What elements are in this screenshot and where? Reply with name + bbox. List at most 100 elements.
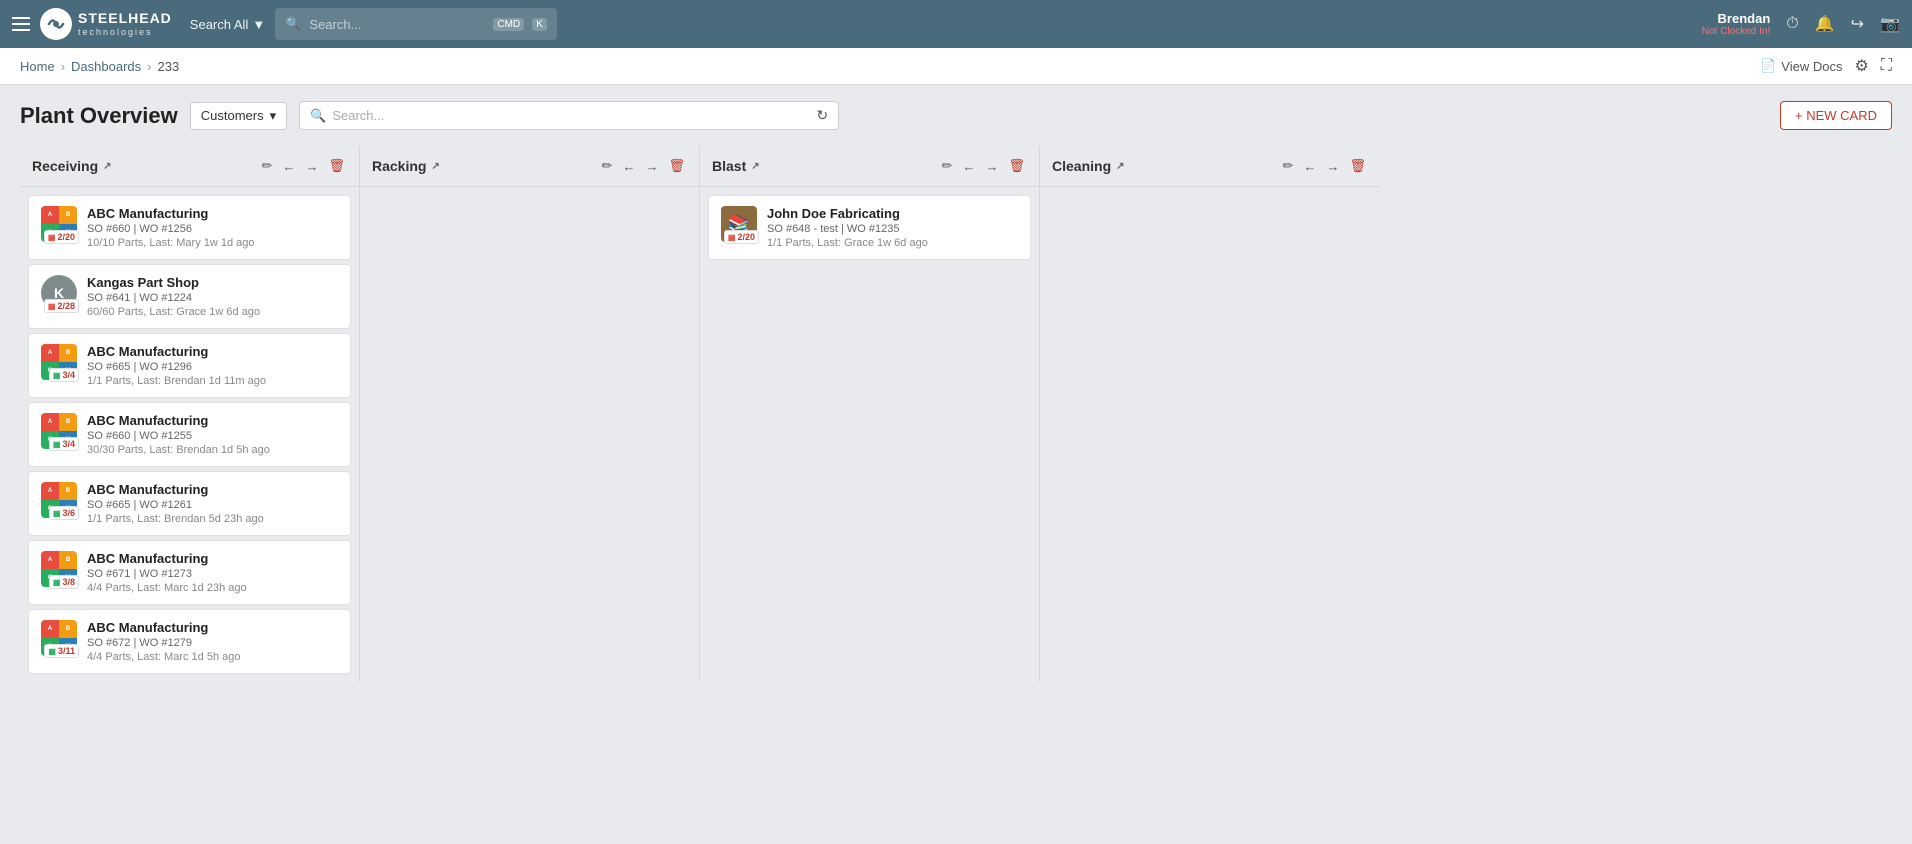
settings-icon[interactable]: ⚙ — [1854, 56, 1868, 76]
card-date-badge: ▦ 2/20 — [724, 230, 759, 244]
delete-column-button[interactable]: 🗑 — [666, 156, 687, 176]
page-header: Plant Overview Customers ▾ 🔍 ↻ + NEW CAR… — [20, 101, 1892, 130]
move-left-button[interactable]: ← — [960, 157, 977, 176]
external-link-icon[interactable]: ↗ — [1116, 161, 1124, 172]
card-date: 3/8 — [62, 577, 75, 587]
refresh-icon[interactable]: ↻ — [816, 107, 828, 124]
column-actions-racking: ✏ ← → 🗑 — [600, 156, 687, 176]
filter-search-bar[interactable]: 🔍 ↻ — [299, 101, 839, 130]
card-date-badge: ▦ 3/11 — [44, 644, 79, 658]
new-card-button[interactable]: + NEW CARD — [1780, 101, 1892, 130]
card-parts: 4/4 Parts, Last: Marc 1d 23h ago — [87, 582, 338, 594]
logo-name: STEELHEAD — [78, 11, 172, 26]
card-parts: 1/1 Parts, Last: Grace 1w 6d ago — [767, 237, 1018, 249]
cards-container-cleaning — [1040, 187, 1380, 203]
move-right-button[interactable]: → — [1324, 157, 1341, 176]
chevron-down-icon: ▾ — [270, 108, 277, 124]
card-parts: 60/60 Parts, Last: Grace 1w 6d ago — [87, 306, 338, 318]
calendar-icon: ▦ — [53, 578, 61, 587]
camera-icon[interactable]: 📷 — [1880, 14, 1900, 34]
edit-column-button[interactable]: ✏ — [260, 156, 275, 176]
move-right-button[interactable]: → — [303, 157, 320, 176]
card-date: 3/11 — [58, 646, 75, 656]
breadcrumb: Home › Dashboards › 233 — [20, 59, 179, 74]
card-date: 2/20 — [737, 232, 755, 242]
card-avatar-wrap: K ▦ 2/28 — [41, 275, 77, 311]
card-date-badge: ▦ 3/6 — [49, 506, 79, 520]
kanban-card[interactable]: K ▦ 2/28 Kangas Part Shop SO #641 | WO #… — [28, 264, 351, 329]
card-company: ABC Manufacturing — [87, 482, 338, 497]
search-icon: 🔍 — [285, 16, 301, 32]
delete-column-button[interactable]: 🗑 — [1347, 156, 1368, 176]
kanban-column-blast: Blast ↗ ✏ ← → 🗑 📚 ▦ 2/20 John — [700, 146, 1040, 682]
column-title-blast: Blast ↗ — [712, 158, 934, 174]
delete-column-button[interactable]: 🗑 — [326, 156, 347, 176]
nav-right: Brendan Not Clocked In! ⏱ 🔔 ↪ 📷 — [1702, 11, 1900, 37]
move-left-button[interactable]: ← — [280, 157, 297, 176]
global-search-bar[interactable]: 🔍 CMD K — [275, 8, 557, 40]
search-all-button[interactable]: Search All ▼ — [190, 17, 265, 32]
breadcrumb-home[interactable]: Home — [20, 59, 55, 74]
kbd-cmd: CMD — [493, 18, 524, 31]
hamburger-menu[interactable] — [12, 17, 30, 31]
main-content: Plant Overview Customers ▾ 🔍 ↻ + NEW CAR… — [0, 85, 1912, 698]
view-docs-button[interactable]: 📄 View Docs — [1760, 58, 1842, 74]
kanban-card[interactable]: A B C M ▦ 3/8 ABC Manufacturing SO #671 … — [28, 540, 351, 605]
breadcrumb-dashboards[interactable]: Dashboards — [71, 59, 141, 74]
kanban-card[interactable]: A B C M ▦ 2/20 ABC Manufacturing SO #660… — [28, 195, 351, 260]
card-so-wo: SO #665 | WO #1261 — [87, 499, 338, 511]
card-avatar-wrap: A B C M ▦ 3/4 — [41, 413, 77, 449]
customers-dropdown[interactable]: Customers ▾ — [190, 102, 287, 130]
external-link-icon[interactable]: ↗ — [431, 161, 439, 172]
card-avatar-wrap: A B C M ▦ 3/6 — [41, 482, 77, 518]
edit-column-button[interactable]: ✏ — [600, 156, 615, 176]
search-icon: 🔍 — [310, 108, 326, 124]
delete-column-button[interactable]: 🗑 — [1006, 156, 1027, 176]
expand-icon[interactable]: ⛶ — [1881, 57, 1892, 75]
breadcrumb-current: 233 — [157, 59, 179, 74]
column-header-blast: Blast ↗ ✏ ← → 🗑 — [700, 146, 1039, 187]
move-right-button[interactable]: → — [983, 157, 1000, 176]
card-so-wo: SO #660 | WO #1256 — [87, 223, 338, 235]
edit-column-button[interactable]: ✏ — [1281, 156, 1296, 176]
card-company: ABC Manufacturing — [87, 344, 338, 359]
logo-subtitle: technologies — [78, 27, 172, 37]
clock-icon[interactable]: ⏱ — [1786, 15, 1798, 33]
cards-container-receiving: A B C M ▦ 2/20 ABC Manufacturing SO #660… — [20, 187, 359, 682]
column-header-racking: Racking ↗ ✏ ← → 🗑 — [360, 146, 699, 187]
calendar-icon: ▦ — [53, 509, 61, 518]
card-so-wo: SO #671 | WO #1273 — [87, 568, 338, 580]
external-link-icon[interactable]: ↗ — [103, 161, 111, 172]
column-title-racking: Racking ↗ — [372, 158, 594, 174]
column-actions-receiving: ✏ ← → 🗑 — [260, 156, 347, 176]
move-right-button[interactable]: → — [643, 157, 660, 176]
search-input[interactable] — [309, 17, 485, 32]
user-name: Brendan — [1702, 11, 1770, 26]
card-avatar-wrap: A B C M ▦ 3/8 — [41, 551, 77, 587]
kanban-card[interactable]: A B C M ▦ 3/11 ABC Manufacturing SO #672… — [28, 609, 351, 674]
card-date: 2/28 — [57, 301, 75, 311]
kanban-card[interactable]: A B C M ▦ 3/4 ABC Manufacturing SO #665 … — [28, 333, 351, 398]
kbd-k: K — [532, 18, 547, 31]
filter-search-input[interactable] — [332, 108, 810, 123]
breadcrumb-actions: 📄 View Docs ⚙ ⛶ — [1760, 56, 1892, 76]
edit-column-button[interactable]: ✏ — [940, 156, 955, 176]
kanban-column-racking: Racking ↗ ✏ ← → 🗑 — [360, 146, 700, 682]
kanban-card[interactable]: A B C M ▦ 3/6 ABC Manufacturing SO #665 … — [28, 471, 351, 536]
logout-icon[interactable]: ↪ — [1851, 14, 1864, 34]
card-so-wo: SO #641 | WO #1224 — [87, 292, 338, 304]
kanban-card[interactable]: A B C M ▦ 3/4 ABC Manufacturing SO #660 … — [28, 402, 351, 467]
card-so-wo: SO #660 | WO #1255 — [87, 430, 338, 442]
cards-container-blast: 📚 ▦ 2/20 John Doe Fabricating SO #648 - … — [700, 187, 1039, 268]
column-title-receiving: Receiving ↗ — [32, 158, 254, 174]
column-header-cleaning: Cleaning ↗ ✏ ← → 🗑 — [1040, 146, 1380, 187]
calendar-icon: ▦ — [728, 233, 736, 242]
move-left-button[interactable]: ← — [1301, 157, 1318, 176]
card-avatar-wrap: A B C M ▦ 2/20 — [41, 206, 77, 242]
kanban-card[interactable]: 📚 ▦ 2/20 John Doe Fabricating SO #648 - … — [708, 195, 1031, 260]
card-parts: 1/1 Parts, Last: Brendan 1d 11m ago — [87, 375, 338, 387]
external-link-icon[interactable]: ↗ — [751, 161, 759, 172]
move-left-button[interactable]: ← — [620, 157, 637, 176]
bell-icon[interactable]: 🔔 — [1815, 14, 1835, 34]
card-parts: 1/1 Parts, Last: Brendan 5d 23h ago — [87, 513, 338, 525]
